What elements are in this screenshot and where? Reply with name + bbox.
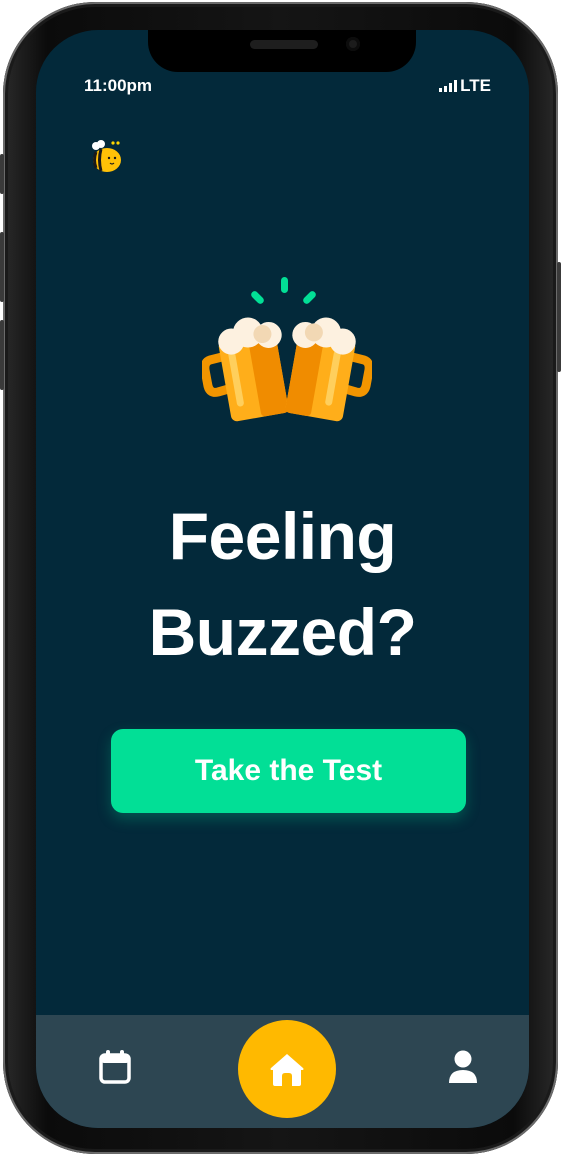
bee-logo-icon[interactable]	[88, 136, 128, 174]
headline-line-1: Feeling	[168, 499, 397, 573]
tab-bar	[36, 1015, 529, 1128]
home-icon	[270, 1054, 304, 1086]
headline-line-2: Buzzed?	[148, 595, 417, 669]
signal-icon	[439, 80, 458, 92]
volume-up-button	[0, 232, 4, 302]
phone-frame: 11:00pm LTE Feeling Buzzed? Take the Tes…	[0, 2, 561, 1154]
network-label: LTE	[460, 76, 491, 95]
screen: 11:00pm LTE Feeling Buzzed? Take the Tes…	[36, 30, 529, 1128]
speaker-grille	[250, 40, 318, 49]
take-test-button[interactable]: Take the Test	[111, 729, 466, 813]
headline: Feeling Buzzed?	[36, 488, 529, 680]
power-button	[557, 262, 561, 372]
volume-down-button	[0, 320, 4, 390]
beer-cheers-icon	[200, 274, 374, 434]
home-tab-button[interactable]	[238, 1020, 336, 1118]
mute-switch	[0, 154, 4, 194]
status-time: 11:00pm	[84, 76, 153, 95]
profile-icon[interactable]	[448, 1050, 478, 1089]
notch	[148, 30, 416, 72]
calendar-icon[interactable]	[99, 1050, 131, 1089]
status-network: LTE	[439, 76, 491, 96]
front-camera	[346, 37, 360, 51]
